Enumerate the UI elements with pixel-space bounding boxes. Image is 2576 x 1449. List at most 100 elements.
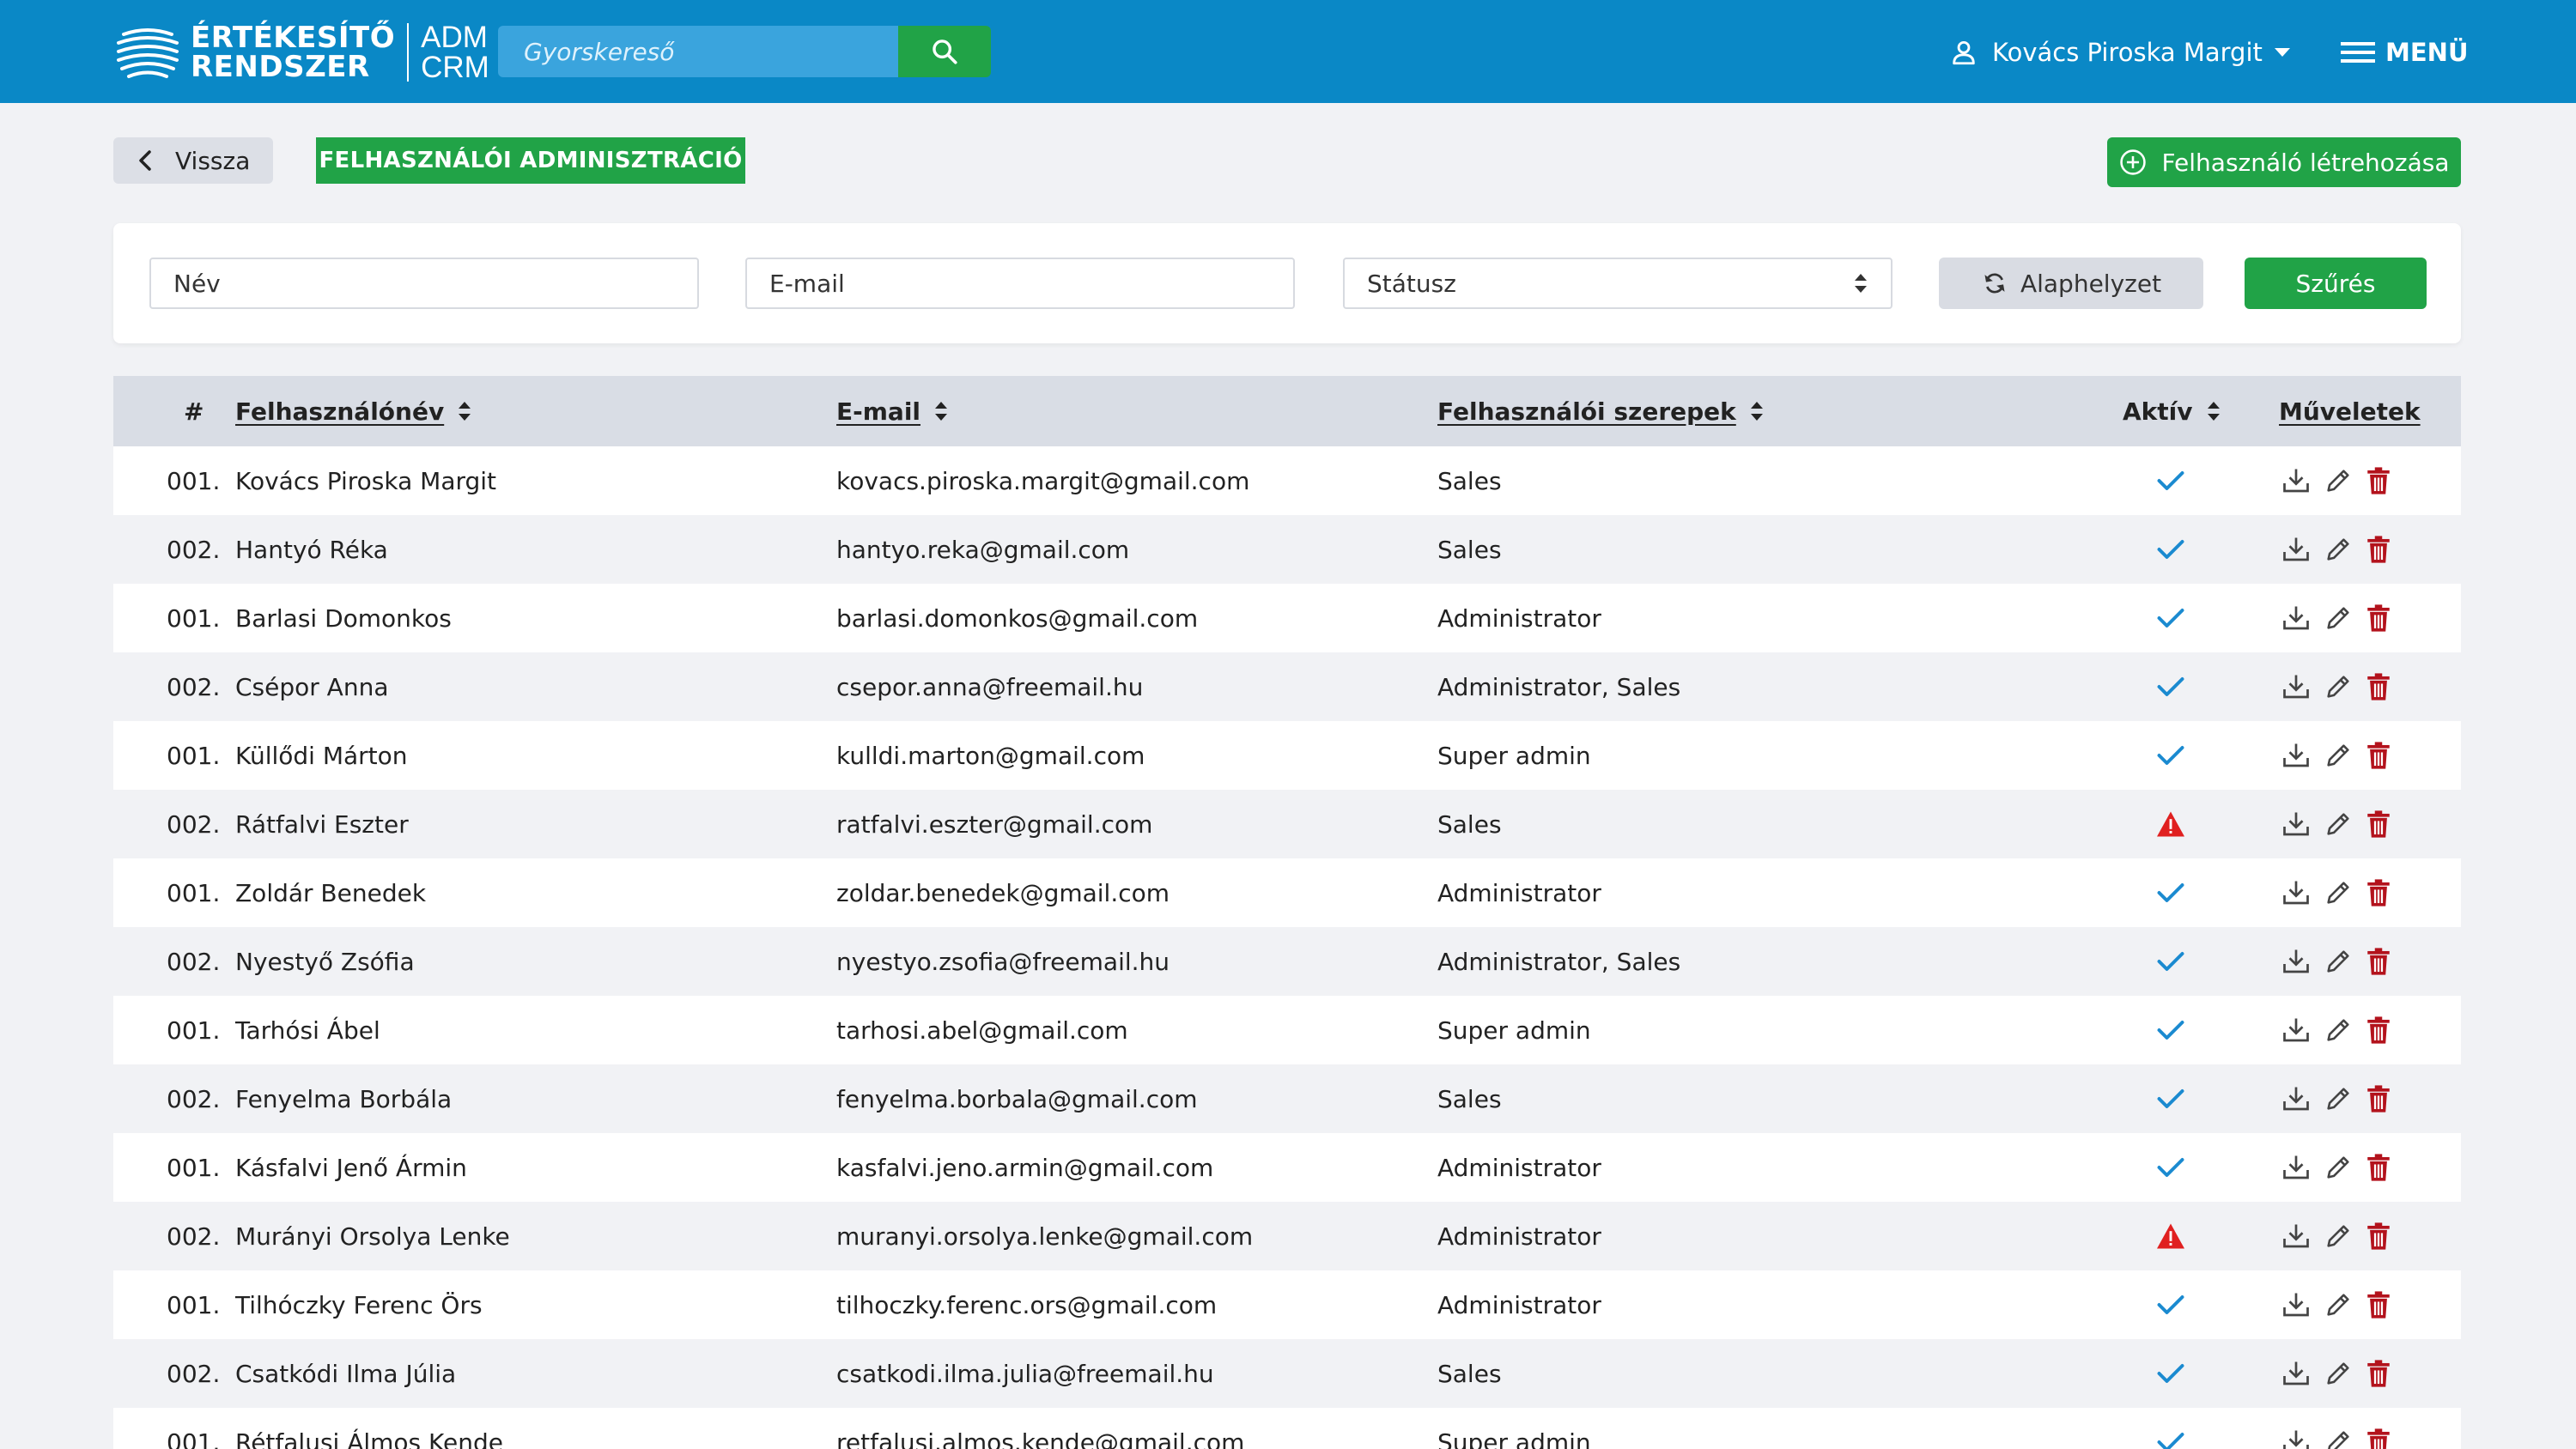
table-row[interactable]: 001. Barlasi Domonkos barlasi.domonkos@gma… — [113, 584, 2461, 652]
delete-button[interactable] — [2365, 672, 2392, 701]
search-button[interactable] — [898, 26, 991, 77]
table-row[interactable]: 001. Tarhósi Ábel tarhosi.abel@gmail.com Su… — [113, 996, 2461, 1064]
edit-button[interactable] — [2324, 1084, 2353, 1113]
delete-button[interactable] — [2365, 741, 2392, 770]
table-row[interactable]: 002. Csatkódi Ilma Júlia csatkodi.ilma.jul… — [113, 1339, 2461, 1408]
download-button[interactable] — [2281, 671, 2312, 702]
delete-button[interactable] — [2365, 947, 2392, 976]
delete-button[interactable] — [2365, 1084, 2392, 1113]
download-icon — [2283, 1087, 2309, 1111]
column-header-username[interactable]: Felhasználónév — [235, 376, 471, 446]
sort-icon — [1750, 402, 1763, 421]
edit-button[interactable] — [2324, 1016, 2353, 1045]
row-email: hantyo.reka@gmail.com — [836, 535, 1130, 564]
main-menu-button[interactable]: MENÜ — [2341, 34, 2469, 70]
row-active-status — [2155, 652, 2186, 721]
edit-button[interactable] — [2324, 466, 2353, 495]
download-button[interactable] — [2281, 809, 2312, 840]
edit-button[interactable] — [2324, 1428, 2353, 1449]
download-button[interactable] — [2281, 465, 2312, 496]
edit-button[interactable] — [2324, 1359, 2353, 1388]
back-button[interactable]: Vissza — [113, 137, 273, 184]
column-header-number: # — [184, 376, 204, 446]
edit-button[interactable] — [2324, 878, 2353, 907]
create-user-button[interactable]: Felhasználó létrehozása — [2107, 137, 2461, 187]
download-button[interactable] — [2281, 1083, 2312, 1114]
email-filter-input[interactable]: E-mail — [745, 258, 1295, 309]
delete-button[interactable] — [2365, 466, 2392, 495]
table-row[interactable]: 002. Murányi Orsolya Lenke muranyi.orsolya… — [113, 1202, 2461, 1270]
column-actions-label: Műveletek — [2279, 397, 2421, 426]
edit-button[interactable] — [2324, 535, 2353, 564]
status-filter-select[interactable]: Státusz — [1343, 258, 1893, 309]
delete-button[interactable] — [2365, 603, 2392, 633]
row-number: 002. — [167, 1084, 221, 1113]
edit-icon — [2327, 1019, 2349, 1041]
table-row[interactable]: 002. Fenyelma Borbála fenyelma.borbala@gma… — [113, 1064, 2461, 1133]
row-username: Zoldár Benedek — [235, 878, 427, 907]
delete-button[interactable] — [2365, 1016, 2392, 1045]
table-row[interactable]: 001. Kovács Piroska Margit kovacs.piroska.… — [113, 446, 2461, 515]
app-logo[interactable]: ÉRTÉKESÍTŐ RENDSZER ADM CRM — [115, 22, 489, 82]
edit-button[interactable] — [2324, 1290, 2353, 1319]
quick-search-input[interactable] — [498, 26, 898, 77]
column-username-label: Felhasználónév — [235, 397, 445, 426]
edit-button[interactable] — [2324, 603, 2353, 633]
delete-button[interactable] — [2365, 1222, 2392, 1251]
edit-icon — [2327, 1225, 2349, 1247]
check-icon — [2157, 471, 2184, 490]
download-button[interactable] — [2281, 534, 2312, 565]
sort-select-icon — [1855, 274, 1867, 293]
delete-button[interactable] — [2365, 809, 2392, 839]
column-header-email[interactable]: E-mail — [836, 376, 948, 446]
row-roles: Administrator — [1437, 1222, 1601, 1251]
delete-button[interactable] — [2365, 878, 2392, 907]
edit-button[interactable] — [2324, 947, 2353, 976]
delete-icon — [2367, 1154, 2390, 1181]
table-row[interactable]: 001. Rétfalusi Álmos Kende retfalusi.almos… — [113, 1408, 2461, 1449]
table-row[interactable]: 002. Nyestyő Zsófia nyestyo.zsofia@freemai… — [113, 927, 2461, 996]
delete-button[interactable] — [2365, 1359, 2392, 1388]
delete-button[interactable] — [2365, 1153, 2392, 1182]
download-button[interactable] — [2281, 1221, 2312, 1252]
table-row[interactable]: 002. Rátfalvi Eszter ratfalvi.eszter@gmail… — [113, 790, 2461, 858]
column-header-roles[interactable]: Felhasználói szerepek — [1437, 376, 1764, 446]
download-button[interactable] — [2281, 1427, 2312, 1449]
row-roles: Administrator — [1437, 1153, 1601, 1182]
name-filter-input[interactable]: Név — [149, 258, 699, 309]
download-button[interactable] — [2281, 1289, 2312, 1320]
user-menu[interactable]: Kovács Piroska Margit — [1949, 34, 2290, 70]
edit-button[interactable] — [2324, 1153, 2353, 1182]
row-username: Hantyó Réka — [235, 535, 388, 564]
download-button[interactable] — [2281, 877, 2312, 908]
delete-button[interactable] — [2365, 1428, 2392, 1449]
table-row[interactable]: 001. Tilhóczky Ferenc Örs tilhoczky.ferenc… — [113, 1270, 2461, 1339]
edit-button[interactable] — [2324, 809, 2353, 839]
download-button[interactable] — [2281, 1015, 2312, 1046]
warning-icon — [2157, 1223, 2184, 1249]
table-row[interactable]: 001. Zoldár Benedek zoldar.benedek@gmail.c… — [113, 858, 2461, 927]
table-row[interactable]: 002. Csépor Anna csepor.anna@freemail.hu Ad… — [113, 652, 2461, 721]
row-actions — [2281, 1339, 2404, 1408]
edit-button[interactable] — [2324, 741, 2353, 770]
download-button[interactable] — [2281, 603, 2312, 634]
download-button[interactable] — [2281, 946, 2312, 977]
download-button[interactable] — [2281, 1152, 2312, 1183]
row-email: ratfalvi.eszter@gmail.com — [836, 809, 1153, 839]
column-header-active[interactable]: Aktív — [2123, 376, 2221, 446]
create-user-label: Felhasználó létrehozása — [2161, 148, 2450, 177]
delete-button[interactable] — [2365, 535, 2392, 564]
delete-button[interactable] — [2365, 1290, 2392, 1319]
reset-button[interactable]: Alaphelyzet — [1939, 258, 2203, 309]
edit-button[interactable] — [2324, 1222, 2353, 1251]
table-row[interactable]: 001. Kásfalvi Jenő Ármin kasfalvi.jeno.arm… — [113, 1133, 2461, 1202]
filter-submit-button[interactable]: Szűrés — [2245, 258, 2427, 309]
download-button[interactable] — [2281, 740, 2312, 771]
table-row[interactable]: 002. Hantyó Réka hantyo.reka@gmail.com Sale… — [113, 515, 2461, 584]
edit-button[interactable] — [2324, 672, 2353, 701]
logo-sub-1: ADM — [421, 21, 488, 54]
row-email: kasfalvi.jeno.armin@gmail.com — [836, 1153, 1214, 1182]
table-row[interactable]: 001. Küllődi Márton kulldi.marton@gmail.co… — [113, 721, 2461, 790]
download-icon — [2283, 469, 2309, 493]
download-button[interactable] — [2281, 1358, 2312, 1389]
